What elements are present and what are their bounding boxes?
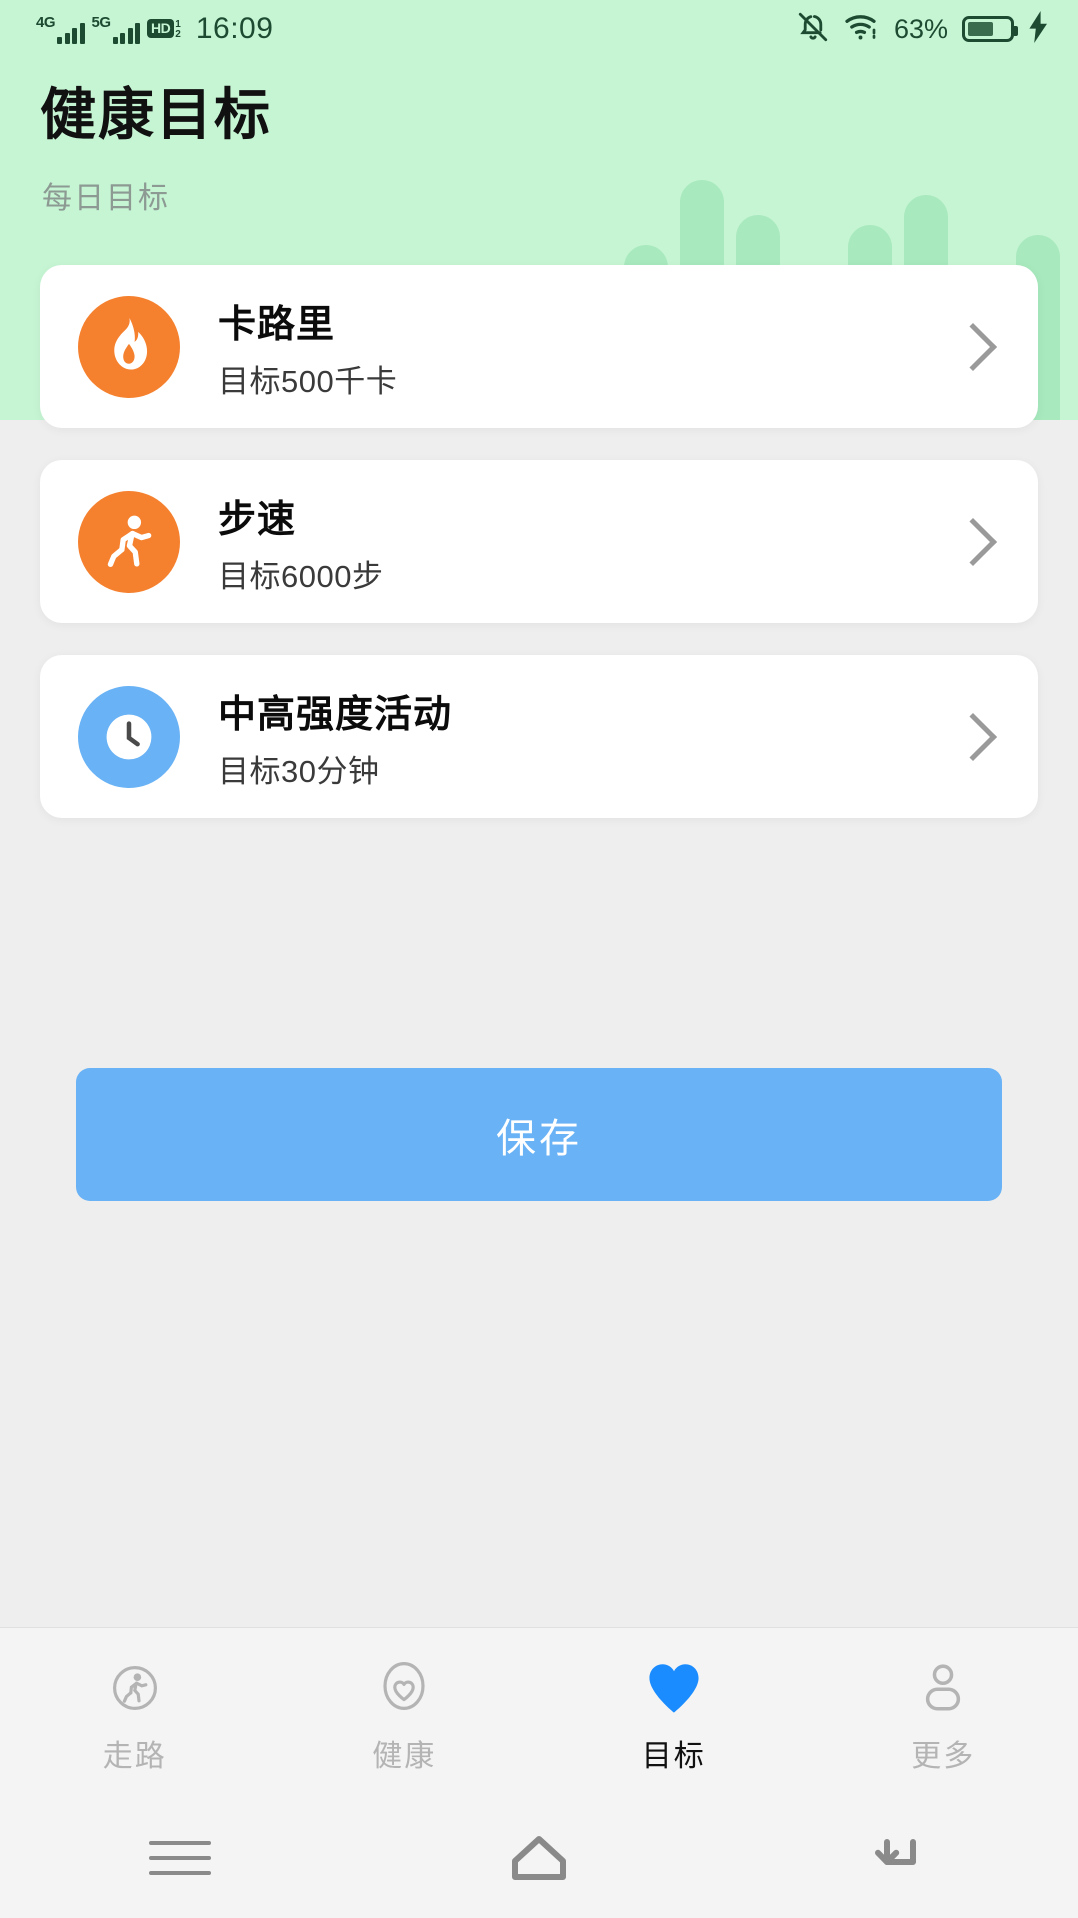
hd-label: HD [147,18,175,38]
status-clock: 16:09 [195,12,274,45]
goal-card-subtitle: 目标30分钟 [218,753,380,789]
wifi-icon [844,12,880,47]
goal-card-title: 步速 [218,498,297,541]
back-icon[interactable] [719,1832,1078,1884]
tab-goals[interactable]: 目标 [539,1651,809,1775]
phone-screen: 4G 5G HD 1 2 16:09 63% 健康目标 每日目标 卡路里 目标5… [0,0,1078,1918]
chevron-right-icon[interactable] [948,517,998,566]
tab-label: 更多 [911,1739,976,1773]
tab-label: 健康 [372,1739,437,1773]
battery-icon [962,16,1018,42]
running-person-icon [78,490,180,593]
signal-5g-icon: 5G [92,15,141,44]
chevron-right-icon[interactable] [948,712,998,761]
tab-label: 目标 [641,1739,706,1773]
goal-card-list: 卡路里 目标500千卡 步速 目标6000步 中高强度活动 目标30分钟 [40,265,1038,818]
home-icon[interactable] [359,1833,718,1883]
heart-outline-icon [379,1659,429,1717]
network-type-2-label: 5G [91,13,112,31]
heart-filled-icon [646,1659,702,1717]
hd-sup-label: 1 [175,18,181,30]
mute-icon [796,10,830,49]
save-button[interactable]: 保存 [76,1068,1002,1201]
tab-health[interactable]: 健康 [270,1651,540,1775]
tab-label: 走路 [102,1739,167,1773]
goal-card-subtitle: 目标6000步 [218,558,384,594]
page-subtitle: 每日目标 [42,182,170,215]
signal-4g-icon: 4G [36,15,85,44]
system-navigation-bar [0,1797,1078,1918]
tab-walk[interactable]: 走路 [0,1651,270,1775]
page-title: 健康目标 [40,83,272,146]
flame-icon [78,295,180,398]
charging-bolt-icon [1028,10,1050,48]
status-bar: 4G 5G HD 1 2 16:09 63% [0,0,1078,58]
battery-percent-label: 63% [893,13,948,44]
tab-more[interactable]: 更多 [809,1651,1078,1775]
person-icon [920,1659,966,1717]
hd-sub-label: 2 [175,28,181,40]
goal-card-steps[interactable]: 步速 目标6000步 [40,460,1038,623]
goal-card-calories[interactable]: 卡路里 目标500千卡 [40,265,1038,428]
recent-apps-icon[interactable] [0,1840,359,1875]
goal-card-activity[interactable]: 中高强度活动 目标30分钟 [40,655,1038,818]
hd-voice-icon: HD 1 2 [147,18,181,40]
network-type-1-label: 4G [36,13,56,31]
goal-card-title: 卡路里 [218,303,336,346]
save-button-container: 保存 [76,1068,1002,1201]
bottom-tab-bar: 走路 健康 目标 更多 [0,1627,1078,1797]
goal-card-title: 中高强度活动 [218,693,453,736]
clock-icon [78,685,180,788]
goal-card-subtitle: 目标500千卡 [218,363,398,399]
chevron-right-icon[interactable] [948,322,998,371]
walking-circle-icon [109,1659,161,1717]
